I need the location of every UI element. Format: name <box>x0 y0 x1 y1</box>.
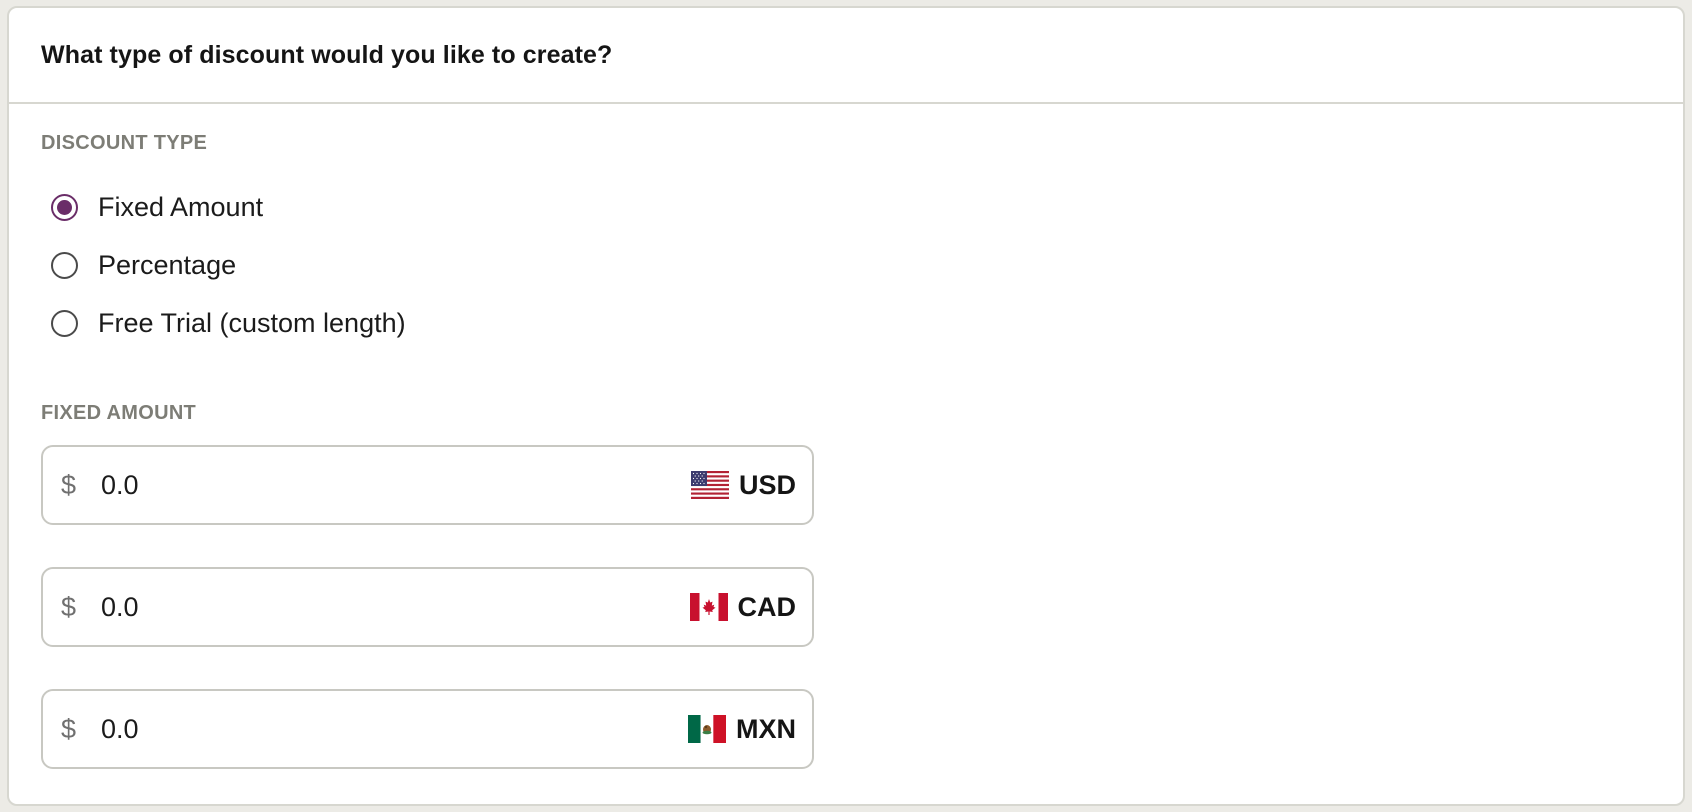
radio-label-percentage: Percentage <box>98 250 237 280</box>
radio-label-free-trial: Free Trial (custom length) <box>98 308 406 338</box>
amount-field-usd[interactable]: $ 0.0 USD <box>41 445 814 525</box>
radio-label-fixed-amount: Fixed Amount <box>98 192 264 222</box>
currency-tag-cad: CAD <box>689 591 797 623</box>
mexico-flag-icon <box>688 715 726 743</box>
radio-button-percentage[interactable] <box>51 252 78 279</box>
amount-input-usd[interactable] <box>97 447 691 523</box>
discount-type-radio-group: Fixed Amount Percentage Free Trial (cust… <box>41 175 1683 356</box>
dollar-sign-icon: $ <box>61 713 77 744</box>
discount-type-card: What type of discount would you like to … <box>7 6 1685 806</box>
amount-field-mxn[interactable]: $ MXN <box>41 689 814 769</box>
amount-input-mxn[interactable] <box>97 691 688 767</box>
card-header: What type of discount would you like to … <box>9 8 1683 104</box>
discount-type-label: DISCOUNT TYPE <box>41 132 208 154</box>
fixed-amount-fields: $ 0.0 USD $ 0.0 CAD $ 0.0 MXN <box>41 445 1683 769</box>
radio-option-percentage[interactable]: Percentage <box>41 233 1683 298</box>
radio-option-free-trial[interactable]: Free Trial (custom length) <box>41 291 1683 356</box>
amount-field-cad[interactable]: $ CAD <box>41 567 814 647</box>
radio-option-fixed-amount[interactable]: Fixed Amount <box>41 175 1683 240</box>
currency-code-mxn: MXN <box>736 713 796 744</box>
dollar-sign-icon: $ <box>61 469 77 500</box>
page-title: What type of discount would you like to … <box>41 40 613 69</box>
us-flag-icon <box>690 471 729 499</box>
canada-flag-icon <box>689 593 728 621</box>
radio-button-fixed-amount[interactable] <box>51 194 78 221</box>
currency-tag-usd: USD <box>690 469 796 501</box>
currency-tag-mxn: MXN <box>688 714 796 745</box>
radio-button-free-trial[interactable] <box>51 310 78 337</box>
currency-code-usd: USD <box>738 469 796 500</box>
amount-input-cad[interactable] <box>97 569 690 645</box>
currency-code-cad: CAD <box>737 591 797 622</box>
dollar-sign-icon: $ <box>61 591 77 622</box>
radio-selected-dot <box>57 200 72 215</box>
card-body: DISCOUNT TYPE Fixed Amount Percentage Fr… <box>9 104 1683 769</box>
fixed-amount-label: FIXED AMOUNT <box>41 402 197 424</box>
